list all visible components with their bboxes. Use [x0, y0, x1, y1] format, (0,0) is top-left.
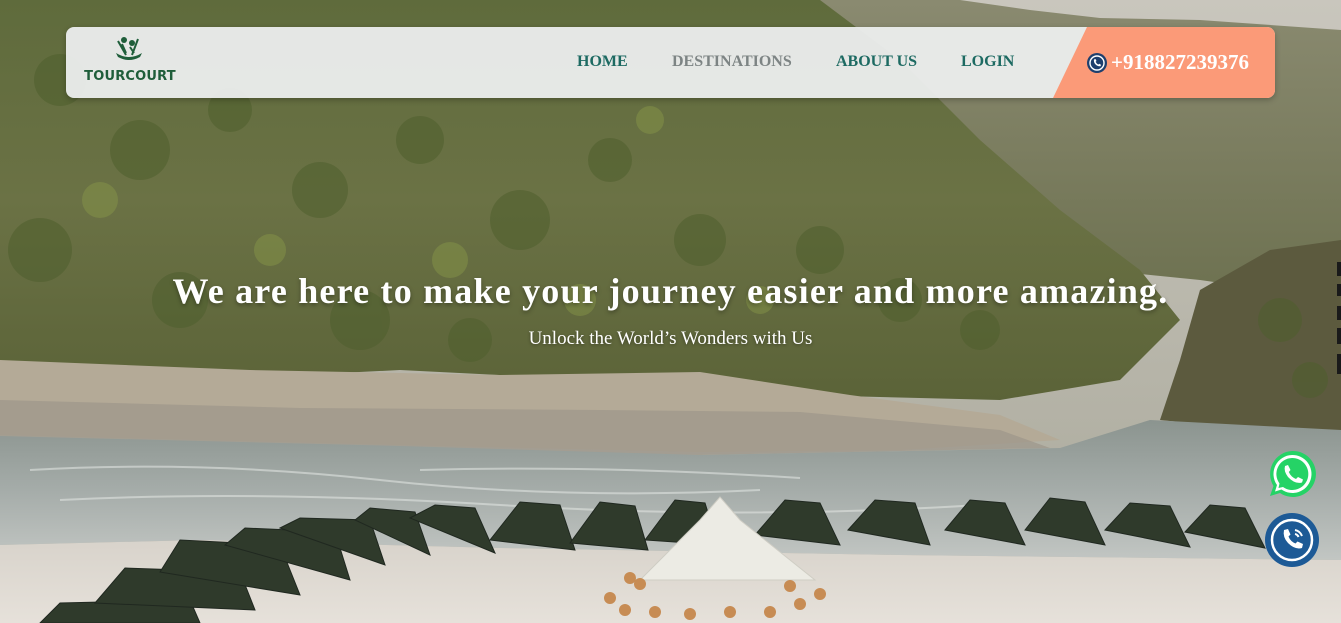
nav-about-us-link[interactable]: ABOUT US: [836, 53, 917, 71]
raft-logo-icon: [116, 37, 142, 60]
whatsapp-icon: [1270, 450, 1316, 497]
phone-number: +918827239376: [1111, 50, 1249, 74]
brand-name: TOURCOURT: [84, 69, 176, 84]
phone-contact[interactable]: +918827239376: [1053, 27, 1275, 98]
top-navbar: TOURCOURT HOME DESTINATIONS ABOUT US LOG…: [66, 27, 1275, 98]
whatsapp-button[interactable]: [1266, 448, 1318, 500]
brand-logo[interactable]: TOURCOURT: [84, 33, 176, 91]
edge-scroll-marks: [1337, 262, 1341, 374]
hero-headline: We are here to make your journey easier …: [172, 271, 1169, 311]
hero-subheadline: Unlock the World’s Wonders with Us: [528, 328, 813, 349]
call-button[interactable]: [1265, 513, 1319, 567]
call-icon: [1265, 513, 1319, 567]
hero-section: TOURCOURT HOME DESTINATIONS ABOUT US LOG…: [0, 0, 1341, 623]
nav-login-link[interactable]: LOGIN: [961, 53, 1014, 71]
nav-destinations-link[interactable]: DESTINATIONS: [672, 53, 792, 71]
nav-home-link[interactable]: HOME: [577, 53, 628, 71]
phone-icon: [1087, 53, 1107, 73]
